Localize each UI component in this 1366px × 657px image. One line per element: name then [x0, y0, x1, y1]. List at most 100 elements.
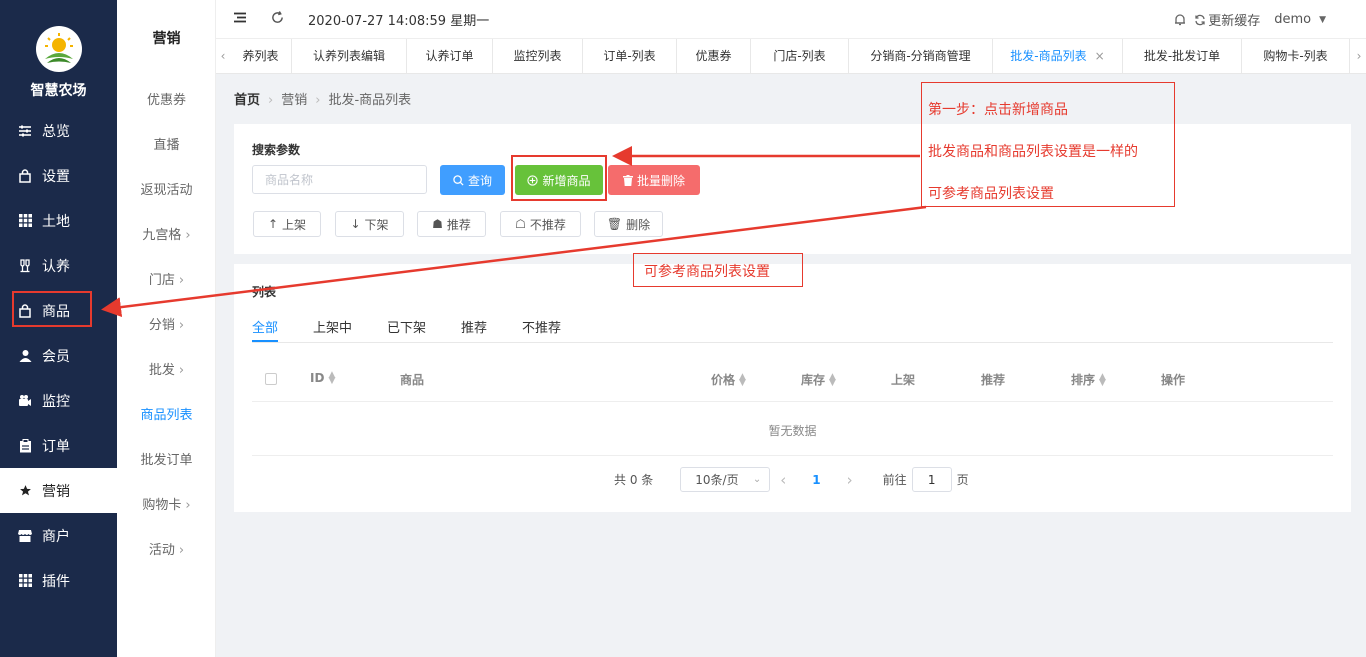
shelve-label: 上架 [282, 217, 307, 232]
subnav-item-wholesale-order[interactable]: 批发订单 [117, 449, 216, 468]
select-all-checkbox[interactable] [265, 373, 277, 385]
sidebar-item-order[interactable]: 订单 [0, 423, 117, 468]
sidebar-item-marketing[interactable]: 营销 [0, 468, 117, 513]
column-header-stock[interactable]: 库存 ▲ ▼ [801, 371, 836, 388]
tab-giftcard-list[interactable]: 购物卡-列表 [1242, 39, 1350, 74]
brand-name: 智慧农场 [30, 83, 87, 99]
refresh-icon[interactable] [271, 11, 284, 28]
chevron-right-icon: › [185, 498, 191, 513]
query-label: 查询 [467, 173, 492, 188]
tab-store-list[interactable]: 门店-列表 [751, 39, 849, 74]
subnav-item-activity[interactable]: 活动 › [117, 539, 216, 558]
column-label: 库存 [801, 373, 826, 387]
tab-label: 监控列表 [513, 49, 562, 63]
unrecommend-label: 不推荐 [529, 217, 566, 232]
unrecommend-button[interactable]: ☖ 不推荐 [500, 211, 581, 237]
tabs-scroll-left-icon[interactable]: ‹ [216, 39, 230, 74]
bag-outline-icon: ☖ [515, 217, 526, 231]
annotation-step-title: 第一步：点击新增商品 [928, 102, 1068, 118]
user-menu[interactable]: demo ▼ [1274, 12, 1326, 27]
subnav-label: 商品列表 [140, 408, 193, 423]
subnav-item-live[interactable]: 直播 [117, 134, 216, 153]
tab-adopt-list[interactable]: 养列表 [230, 39, 292, 74]
tab-label: 养列表 [242, 49, 279, 63]
sidebar-item-label: 监控 [42, 393, 70, 410]
chevron-right-icon: › [178, 273, 185, 288]
user-icon [18, 349, 32, 363]
column-header-id[interactable]: ID ▲ ▼ [310, 371, 335, 386]
trash-icon: 🗑 [606, 217, 623, 231]
column-header-actions: 操作 [1161, 371, 1185, 388]
filter-tab-recommended[interactable]: 推荐 [461, 317, 487, 336]
delete-button[interactable]: 🗑 删除 [594, 211, 663, 237]
tab-monitor-list[interactable]: 监控列表 [493, 39, 583, 74]
filter-tab-not-recommended[interactable]: 不推荐 [522, 317, 561, 336]
current-datetime: 2020-07-27 14:08:59 星期一 [308, 14, 490, 29]
breadcrumb-home[interactable]: 首页 [234, 93, 260, 108]
subnav-item-store[interactable]: 门店 › [117, 269, 216, 288]
next-page-icon[interactable]: › [847, 471, 853, 489]
column-header-sort[interactable]: 排序 ▲ ▼ [1071, 371, 1106, 388]
tab-coupon[interactable]: 优惠券 [677, 39, 751, 74]
sidebar-item-land[interactable]: 土地 [0, 198, 117, 243]
column-label: 商品 [400, 373, 425, 387]
active-tab-indicator [252, 340, 278, 342]
column-header-recommend: 推荐 [981, 371, 1005, 388]
camera-icon [18, 394, 32, 408]
query-button[interactable]: 查询 [440, 165, 505, 195]
list-section-title: 列表 [252, 285, 277, 299]
batch-delete-button[interactable]: 批量删除 [608, 165, 700, 195]
tab-wholesale-goods-list[interactable]: 批发-商品列表 × [993, 39, 1123, 74]
prev-page-icon[interactable]: ‹ [780, 471, 786, 489]
subnav-item-cashback[interactable]: 返现活动 [117, 179, 216, 198]
goods-name-input[interactable] [252, 165, 427, 194]
goto-page-input[interactable] [911, 467, 952, 492]
sidebar-item-overview[interactable]: 总览 [0, 108, 117, 153]
bell-icon[interactable] [1174, 13, 1186, 26]
goto-label: 前往 [882, 473, 907, 487]
unshelve-button[interactable]: ↓ 下架 [335, 211, 404, 237]
close-icon[interactable]: × [1095, 49, 1105, 63]
subnav-item-ninegrid[interactable]: 九宫格 › [117, 224, 216, 243]
subnav-item-wholesale[interactable]: 批发 › [117, 359, 216, 378]
cheers-icon [18, 258, 32, 273]
filter-tab-on-shelf[interactable]: 上架中 [313, 317, 352, 336]
logo-icon [35, 26, 82, 72]
subnav-item-coupon[interactable]: 优惠券 [117, 89, 216, 108]
subnav-item-goods-list[interactable]: 商品列表 [117, 404, 216, 423]
page-size-value: 10条/页 [695, 473, 739, 487]
page-size-select[interactable]: 10条/页 ⌄ [680, 467, 771, 492]
tab-adopt-order[interactable]: 认养订单 [407, 39, 493, 74]
subnav-item-giftcard[interactable]: 购物卡 › [117, 494, 216, 513]
tabs-scroll-right-icon[interactable]: › [1352, 39, 1366, 74]
current-page[interactable]: 1 [812, 473, 820, 487]
breadcrumb-separator-icon: › [315, 93, 321, 108]
tab-adopt-list-edit[interactable]: 认养列表编辑 [292, 39, 407, 74]
sidebar-item-merchant[interactable]: 商户 [0, 513, 117, 558]
column-header-price[interactable]: 价格 ▲ ▼ [711, 371, 746, 388]
menu-toggle-icon[interactable] [234, 12, 246, 27]
filter-tab-off-shelf[interactable]: 已下架 [387, 317, 426, 336]
tab-distributor-manage[interactable]: 分销商-分销商管理 [849, 39, 993, 74]
page-unit-label: 页 [956, 473, 969, 487]
column-label: 推荐 [981, 373, 1006, 387]
update-cache-button[interactable]: 更新缓存 [1194, 10, 1260, 29]
sidebar-item-plugin[interactable]: 插件 [0, 558, 117, 603]
chevron-right-icon: › [178, 318, 185, 333]
sidebar-item-adopt[interactable]: 认养 [0, 243, 117, 288]
filter-tab-all[interactable]: 全部 [252, 317, 278, 336]
sidebar-item-settings[interactable]: 设置 [0, 153, 117, 198]
trash-icon [622, 174, 633, 186]
subnav-label: 直播 [153, 138, 180, 153]
tab-wholesale-order[interactable]: 批发-批发订单 [1123, 39, 1242, 74]
bag-icon [18, 168, 32, 183]
tab-label: 认养订单 [425, 49, 474, 63]
sidebar-item-monitor[interactable]: 监控 [0, 378, 117, 423]
shelve-button[interactable]: ↑ 上架 [253, 211, 321, 237]
clipboard-icon [18, 438, 32, 453]
subnav-item-distribution[interactable]: 分销 › [117, 314, 216, 333]
sidebar-item-member[interactable]: 会员 [0, 333, 117, 378]
tab-label: 订单-列表 [603, 49, 656, 63]
tab-order-list[interactable]: 订单-列表 [583, 39, 677, 74]
recommend-button[interactable]: ☗ 推荐 [417, 211, 486, 237]
